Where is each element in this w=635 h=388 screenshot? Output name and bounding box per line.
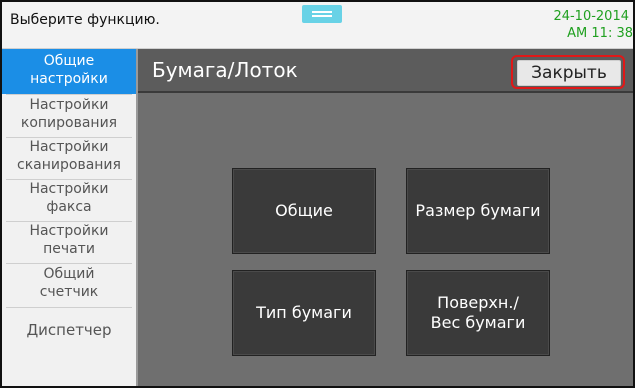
sidebar: Общие настройки Настройки копирования На… xyxy=(2,49,138,386)
sidebar-item-general-settings[interactable]: Общие настройки xyxy=(2,49,136,94)
paper-size-button[interactable]: Размер бумаги xyxy=(406,168,550,254)
panel-handle-icon[interactable] xyxy=(302,5,342,23)
date-display: 24-10-2014 xyxy=(553,9,629,24)
sidebar-item-scan-settings[interactable]: Настройки сканирования xyxy=(2,138,136,178)
sidebar-item-fax-settings[interactable]: Настройки факса xyxy=(2,180,136,220)
paper-type-button[interactable]: Тип бумаги xyxy=(232,270,376,356)
status-bar: Выберите функцию. 24-10-2014 AM 11: 38 xyxy=(2,2,633,49)
sidebar-item-print-settings[interactable]: Настройки печати xyxy=(2,222,136,262)
general-button[interactable]: Общие xyxy=(232,168,376,254)
device-screen: Выберите функцию. 24-10-2014 AM 11: 38 О… xyxy=(0,0,635,388)
close-highlight: Закрыть xyxy=(511,55,625,89)
main-content: Общие Размер бумаги Тип бумаги Поверхн./… xyxy=(138,93,633,386)
prompt-text: Выберите функцию. xyxy=(10,12,160,28)
page-title: Бумага/Лоток xyxy=(152,58,298,82)
time-display: AM 11: 38 xyxy=(567,26,633,41)
close-button[interactable]: Закрыть xyxy=(517,60,621,86)
page-header: Бумага/Лоток Закрыть xyxy=(138,49,633,93)
sidebar-item-dispatcher[interactable]: Диспетчер xyxy=(2,321,136,345)
sidebar-item-copy-settings[interactable]: Настройки копирования xyxy=(2,96,136,136)
sidebar-item-total-counter[interactable]: Общий счетчик xyxy=(2,265,136,305)
surface-weight-button[interactable]: Поверхн./ Вес бумаги xyxy=(406,270,550,356)
